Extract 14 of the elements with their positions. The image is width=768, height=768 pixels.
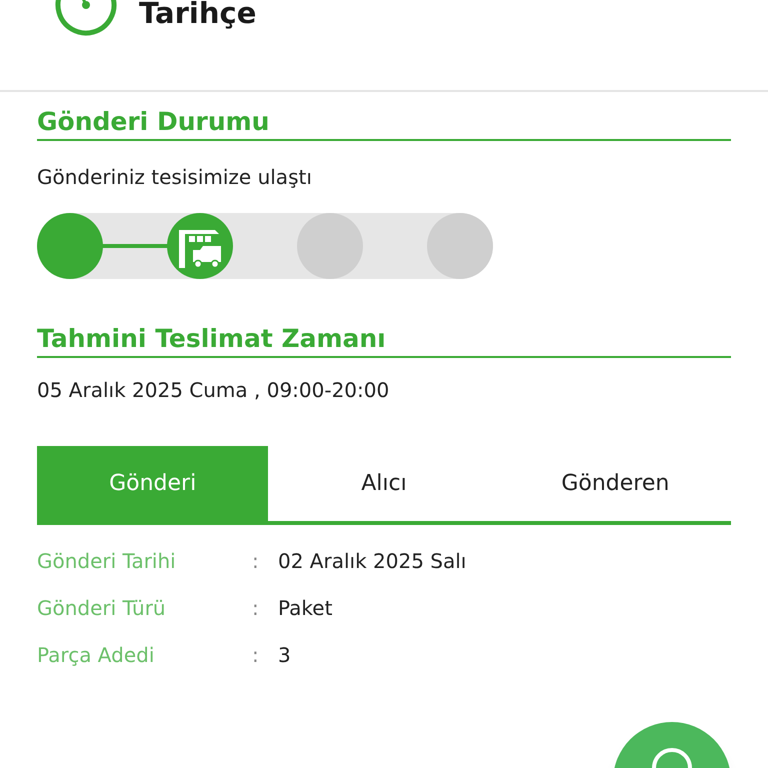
page-title: Tarihçe	[139, 0, 256, 30]
separator: :	[252, 548, 260, 575]
detail-label: Gönderi Türü	[37, 595, 167, 622]
detail-value: 3	[278, 642, 291, 669]
status-message: Gönderiniz tesisimize ulaştı	[37, 164, 313, 191]
detail-label: Parça Adedi	[37, 642, 156, 669]
section-heading: Gönderi Durumu	[37, 106, 731, 141]
detail-value: 02 Aralık 2025 Salı	[278, 548, 466, 575]
detail-value: Paket	[278, 595, 332, 622]
detail-label: Gönderi Tarihi	[37, 548, 177, 575]
section-heading: Tahmini Teslimat Zamanı	[37, 323, 731, 358]
separator: :	[252, 595, 260, 622]
delivery-time: 05 Aralık 2025 Cuma , 09:00-20:00	[37, 377, 390, 404]
separator: :	[252, 642, 260, 669]
